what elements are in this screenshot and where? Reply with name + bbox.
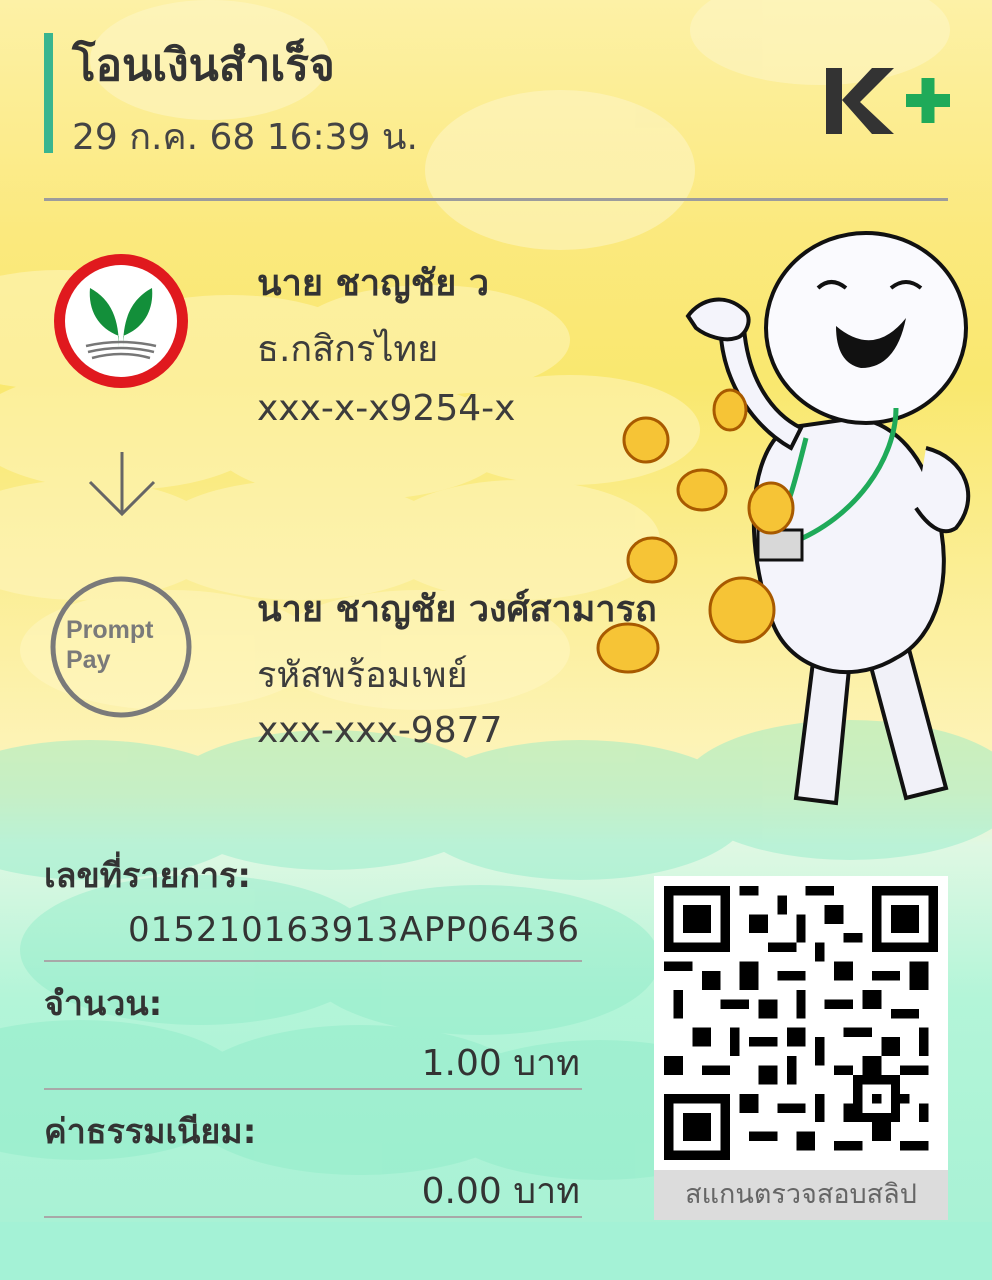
amount-label: จำนวน: <box>44 984 163 1024</box>
qr-caption: สแกนตรวจสอบสลิป <box>654 1170 948 1220</box>
transaction-datetime: 29 ก.ค. 68 16:39 น. <box>72 117 418 158</box>
receiver-channel: รหัสพร้อมเพย์ <box>257 655 468 696</box>
kplus-logo-icon <box>826 68 950 134</box>
sender-account: xxx-x-x9254-x <box>257 388 516 429</box>
arrow-down-icon <box>88 452 156 517</box>
header-divider <box>44 198 948 201</box>
promptpay-logo-text-1: Prompt <box>66 616 154 644</box>
fee-value: 0.00 บาท <box>421 1171 580 1212</box>
qr-panel[interactable]: สแกนตรวจสอบสลิป <box>654 876 948 1220</box>
promptpay-logo-text-2: Pay <box>66 646 111 674</box>
slip-container: โอนเงินสำเร็จ 29 ก.ค. 68 16:39 น. นาย ชา… <box>0 0 992 1280</box>
kbank-logo-icon <box>54 254 188 388</box>
receiver-account: xxx-xxx-9877 <box>257 710 503 751</box>
ref-label: เลขที่รายการ: <box>44 856 251 896</box>
amount-divider <box>44 1088 582 1090</box>
promptpay-logo-icon: Prompt Pay <box>50 576 192 718</box>
qr-code-icon[interactable] <box>664 886 938 1160</box>
ref-value: 015210163913APP06436 <box>127 910 580 950</box>
coins-decoration <box>596 388 795 674</box>
fee-label: ค่าธรรมเนียม: <box>44 1112 257 1152</box>
ref-divider <box>44 960 582 962</box>
fee-divider <box>44 1216 582 1218</box>
page-title: โอนเงินสำเร็จ <box>72 40 335 91</box>
sender-name: นาย ชาญชัย ว <box>257 263 490 304</box>
title-accent-bar <box>44 33 53 153</box>
sender-bank: ธ.กสิกรไทย <box>257 329 439 370</box>
bottom-strip <box>0 1222 992 1280</box>
amount-value: 1.00 บาท <box>421 1043 580 1084</box>
